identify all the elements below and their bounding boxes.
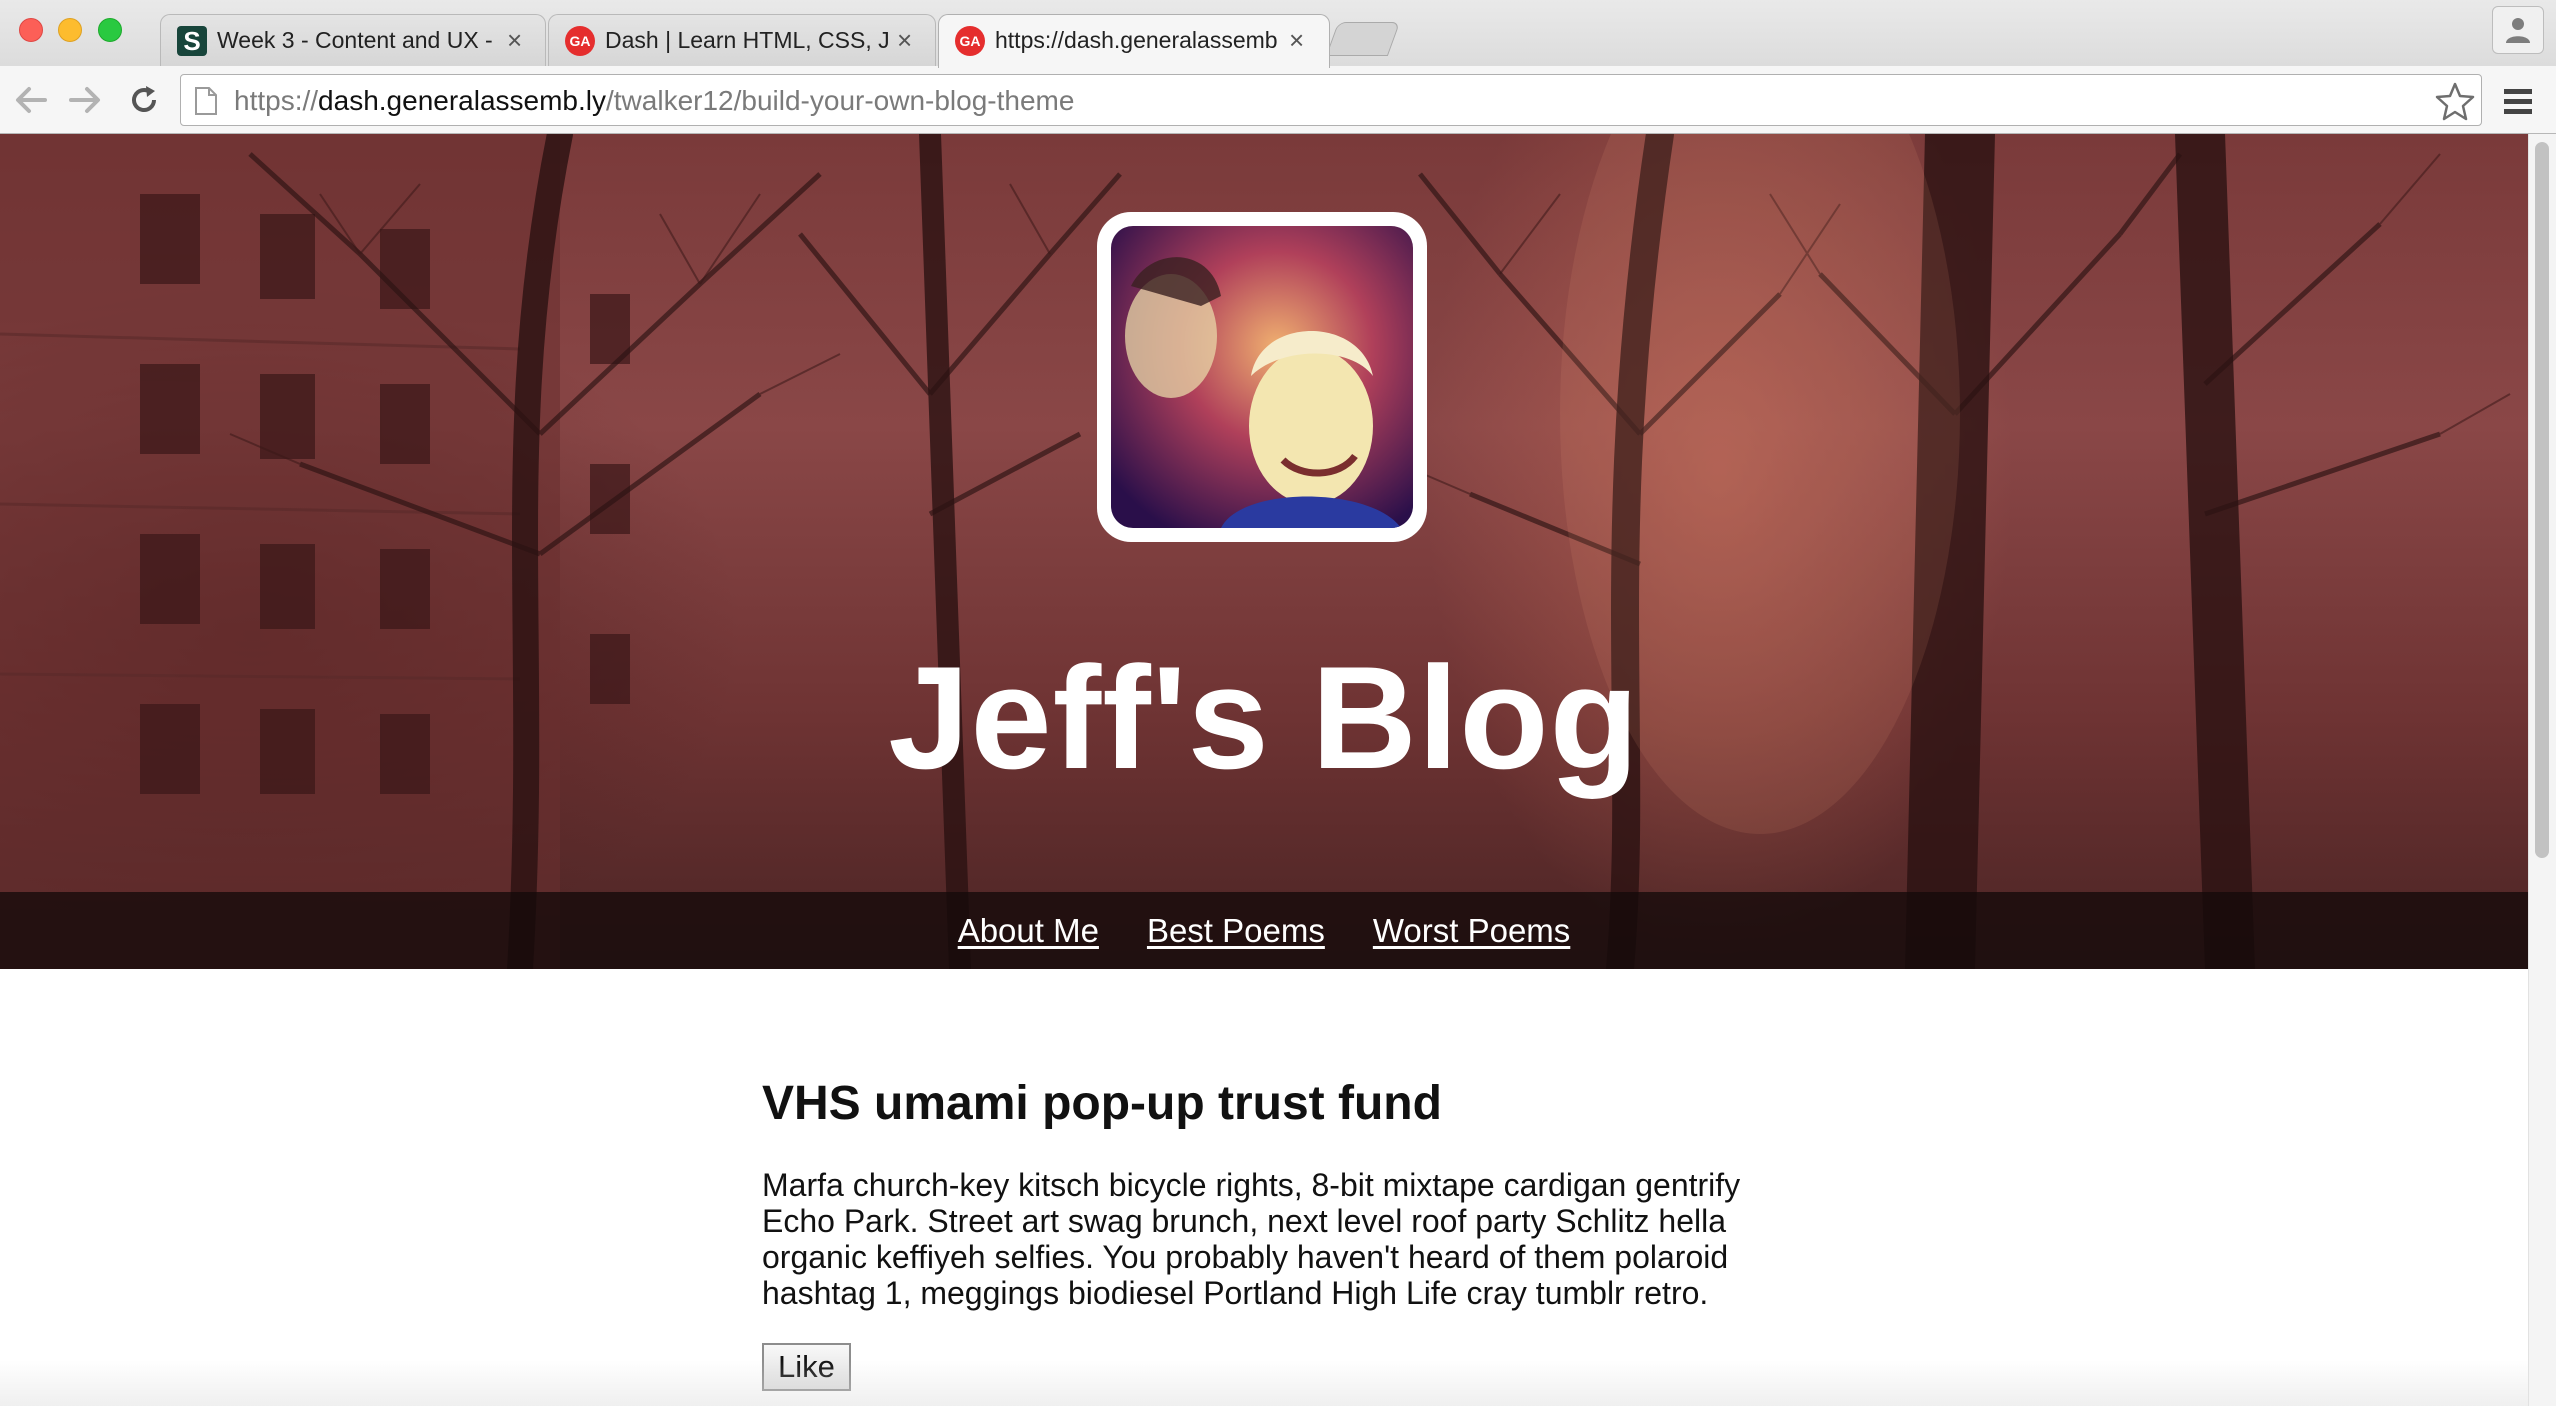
tab-title: https://dash.generalassemb [995, 27, 1277, 53]
minimize-window-button[interactable] [58, 18, 82, 42]
blog-title: Jeff's Blog [888, 636, 1640, 799]
tab-strip: S Week 3 - Content and UX - × GA Dash | … [0, 0, 2556, 68]
scrollbar-thumb[interactable] [2535, 142, 2549, 858]
profile-icon[interactable] [2492, 6, 2544, 54]
profile-photo [1111, 226, 1413, 528]
tab-title: Dash | Learn HTML, CSS, J [605, 27, 890, 53]
post-title: VHS umami pop-up trust fund [762, 1077, 1442, 1130]
tab-title: Week 3 - Content and UX - [217, 27, 493, 53]
star-icon[interactable] [2435, 81, 2475, 121]
page-icon [195, 87, 217, 115]
browser-toolbar: https://dash.generalassemb.ly/twalker12/… [0, 66, 2556, 134]
zoom-window-button[interactable] [98, 18, 122, 42]
nav-link-worst-poems[interactable]: Worst Poems [1373, 912, 1570, 950]
address-bar[interactable]: https://dash.generalassemb.ly/twalker12/… [180, 74, 2482, 126]
blog-nav: About Me Best Poems Worst Poems [0, 892, 2528, 969]
tab-week3[interactable]: S Week 3 - Content and UX - × [160, 14, 546, 66]
ga-logo-icon: GA [565, 26, 595, 56]
tab-dash-blog[interactable]: GA https://dash.generalassemb × [938, 14, 1330, 68]
post-body: Marfa church-key kitsch bicycle rights, … [762, 1167, 1741, 1311]
ga-logo-icon: GA [955, 26, 985, 56]
blog-header: Jeff's Blog About Me Best Poems Worst Po… [0, 134, 2528, 969]
avatar [1097, 212, 1427, 542]
close-icon[interactable]: × [507, 25, 522, 56]
new-tab-button[interactable] [1325, 22, 1401, 56]
back-arrow-icon[interactable] [8, 78, 52, 122]
blog-post: VHS umami pop-up trust fund Marfa church… [762, 1076, 1762, 1391]
vertical-scrollbar[interactable] [2528, 134, 2556, 1406]
tab-dash-learn[interactable]: GA Dash | Learn HTML, CSS, J × [548, 14, 936, 66]
url-text: https://dash.generalassemb.ly/twalker12/… [234, 85, 1075, 116]
close-icon[interactable]: × [1289, 25, 1304, 56]
nav-link-about-me[interactable]: About Me [958, 912, 1099, 950]
close-icon[interactable]: × [897, 25, 912, 56]
msu-s-icon: S [177, 26, 207, 56]
close-window-button[interactable] [19, 18, 43, 42]
reload-icon[interactable] [122, 78, 166, 122]
forward-arrow-icon[interactable] [64, 78, 108, 122]
nav-link-best-poems[interactable]: Best Poems [1147, 912, 1325, 950]
menu-icon[interactable] [2500, 86, 2540, 120]
page-bottom-shadow [0, 1360, 2528, 1406]
